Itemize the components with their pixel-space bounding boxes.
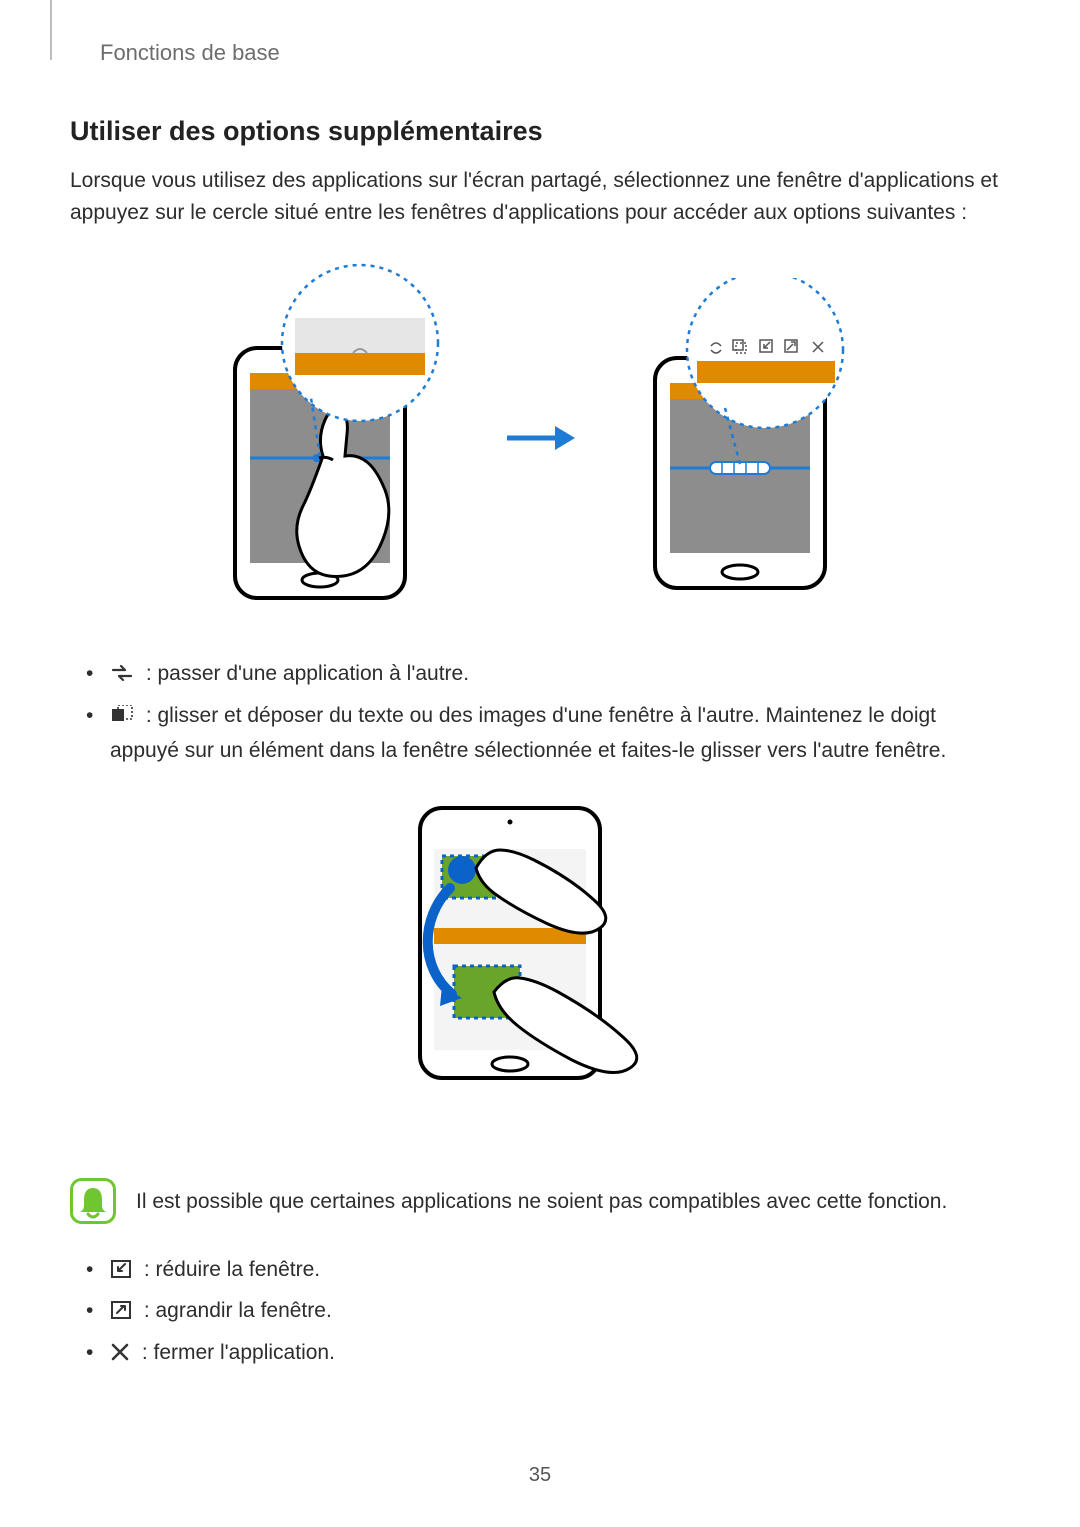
- list-item-text: : glisser et déposer du texte ou des ima…: [110, 704, 946, 763]
- figure-options-expanded: [615, 278, 875, 598]
- list-item: : réduire la fenêtre.: [80, 1254, 1010, 1290]
- list-item-text: : agrandir la fenêtre.: [138, 1299, 332, 1322]
- list-item: : passer d'une application à l'autre.: [80, 658, 1010, 694]
- section-heading: Utiliser des options supplémentaires: [70, 116, 1010, 147]
- margin-rule: [50, 0, 52, 60]
- swap-icon: [110, 661, 134, 694]
- arrow-right-icon: [505, 418, 575, 458]
- list-item-text: : passer d'une application à l'autre.: [140, 662, 469, 685]
- shrink-window-icon: [110, 1257, 132, 1290]
- page-number: 35: [0, 1464, 1080, 1487]
- figure-tap-handle: [205, 258, 465, 618]
- options-list-2: : réduire la fenêtre. : agrandir la fenê…: [70, 1254, 1010, 1373]
- intro-paragraph: Lorsque vous utilisez des applications s…: [70, 165, 1010, 228]
- expand-window-icon: [110, 1298, 132, 1331]
- figure-drag-drop: [70, 798, 1010, 1138]
- list-item-text: : réduire la fenêtre.: [138, 1258, 320, 1281]
- list-item: : glisser et déposer du texte ou des ima…: [80, 700, 1010, 768]
- note: Il est possible que certaines applicatio…: [70, 1178, 1010, 1224]
- list-item-text: : fermer l'application.: [136, 1341, 335, 1364]
- info-bell-icon: [70, 1178, 116, 1224]
- chapter-title: Fonctions de base: [100, 40, 1010, 66]
- figure-split-screen-options: [70, 258, 1010, 618]
- close-icon: [110, 1340, 130, 1373]
- list-item: : fermer l'application.: [80, 1337, 1010, 1373]
- options-list-1: : passer d'une application à l'autre. : …: [70, 658, 1010, 768]
- drag-drop-icon: [110, 703, 134, 736]
- note-text: Il est possible que certaines applicatio…: [136, 1178, 947, 1218]
- list-item: : agrandir la fenêtre.: [80, 1295, 1010, 1331]
